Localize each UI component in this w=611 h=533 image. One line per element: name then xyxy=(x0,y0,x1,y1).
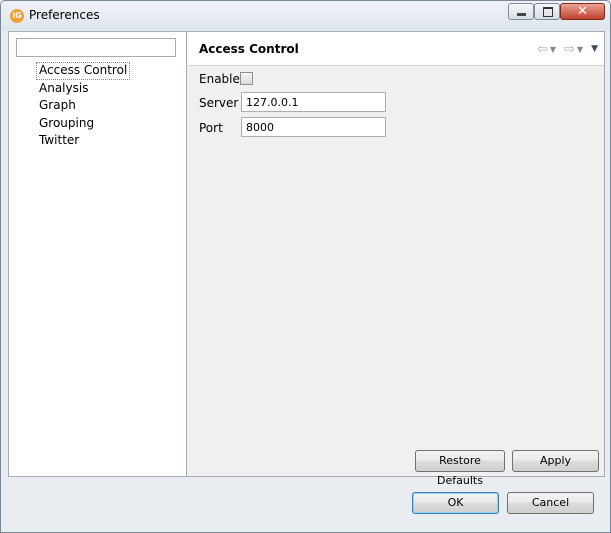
tree-item-analysis[interactable]: Analysis xyxy=(36,80,130,98)
minimize-button[interactable] xyxy=(508,3,534,20)
forward-history-dropdown-icon[interactable]: ▼ xyxy=(577,45,583,54)
back-history-dropdown-icon[interactable]: ▼ xyxy=(550,45,556,54)
port-label: Port xyxy=(199,121,223,135)
server-field[interactable] xyxy=(241,92,386,112)
close-icon: ✕ xyxy=(577,4,588,19)
maximize-icon xyxy=(543,7,553,17)
cancel-button[interactable]: Cancel xyxy=(507,492,594,514)
ok-button[interactable]: OK xyxy=(412,492,499,514)
page-header: Access Control ⇦ ▼ ⇨ ▼ ▼ xyxy=(187,32,604,66)
app-icon: iG xyxy=(10,9,24,23)
apply-button[interactable]: Apply xyxy=(512,450,599,472)
tree-item-graph[interactable]: Graph xyxy=(36,97,130,115)
enable-label: Enable xyxy=(199,72,240,86)
page-title: Access Control xyxy=(199,42,299,56)
page-navigation: ⇦ ▼ ⇨ ▼ ▼ xyxy=(537,42,598,57)
preferences-window: iG Preferences ✕ Access Control Analysis… xyxy=(0,0,611,533)
forward-arrow-icon[interactable]: ⇨ xyxy=(564,42,575,57)
preference-tree-pane: Access Control Analysis Graph Grouping T… xyxy=(8,31,186,477)
title-bar: iG Preferences ✕ xyxy=(1,1,610,31)
preference-page: Access Control ⇦ ▼ ⇨ ▼ ▼ Enable Server P… xyxy=(186,31,605,487)
minimize-icon xyxy=(517,13,526,16)
port-field[interactable] xyxy=(241,117,386,137)
back-arrow-icon[interactable]: ⇦ xyxy=(537,42,548,57)
tree-item-grouping[interactable]: Grouping xyxy=(36,115,130,133)
view-menu-icon[interactable]: ▼ xyxy=(591,44,598,54)
maximize-button[interactable] xyxy=(534,3,560,20)
window-title: Preferences xyxy=(29,8,100,22)
enable-checkbox[interactable] xyxy=(240,72,253,85)
tree-item-twitter[interactable]: Twitter xyxy=(36,132,130,150)
tree-item-access-control[interactable]: Access Control xyxy=(36,62,131,80)
preference-tree: Access Control Analysis Graph Grouping T… xyxy=(36,62,131,150)
close-button[interactable]: ✕ xyxy=(560,3,605,20)
filter-input[interactable] xyxy=(16,38,176,57)
server-label: Server xyxy=(199,96,239,110)
restore-defaults-button[interactable]: Restore Defaults xyxy=(415,450,505,487)
